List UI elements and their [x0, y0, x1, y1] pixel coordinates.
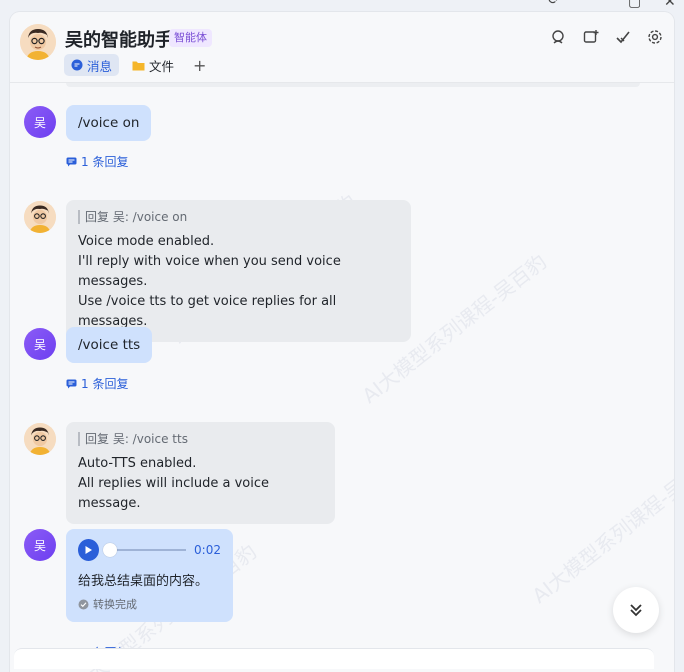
chat-header: 吴的智能助手 智能体 消息 文件 + — [10, 12, 674, 83]
double-chevron-down-icon — [630, 604, 642, 617]
transcribe-status-label: 转换完成 — [93, 598, 137, 611]
folder-icon — [132, 61, 145, 70]
voice-transcript: 给我总结桌面的内容。 — [78, 574, 209, 589]
composer-edge[interactable] — [14, 648, 654, 669]
thread-reply-link[interactable]: 1 条回复 — [66, 375, 128, 392]
message-line: Voice mode enabled. — [78, 234, 215, 249]
maximize-icon[interactable]: ▢ — [628, 0, 641, 10]
agent-tag: 智能体 — [169, 29, 212, 47]
add-tab-icon[interactable] — [582, 28, 600, 46]
voice-duration: 0:02 — [194, 543, 221, 557]
chat-bubble-icon — [71, 59, 83, 71]
add-tab-button[interactable]: + — [187, 56, 212, 75]
assistant-message[interactable]: 回复 吴: /voice on Voice mode enabled. I'll… — [66, 200, 411, 342]
search-user-icon[interactable] — [550, 28, 568, 46]
user-message[interactable]: /voice tts — [66, 327, 153, 363]
voice-progress-knob[interactable] — [102, 543, 117, 557]
message-line: Auto-TTS enabled. — [78, 456, 197, 471]
user-avatar[interactable]: 吴 — [24, 529, 56, 561]
assistant-message[interactable]: 回复 吴: /voice tts Auto-TTS enabled. All r… — [66, 422, 335, 524]
chat-window: 吴的智能助手 智能体 消息 文件 + AI大模型系列课程-吴百豹 AI大模型系列… — [10, 12, 674, 672]
play-icon — [85, 546, 93, 554]
user-message[interactable]: /voice on — [66, 105, 152, 141]
user-avatar[interactable]: 吴 — [24, 106, 56, 138]
message-list[interactable]: AI大模型系列课程-吴百豹 AI大模型系列课程-吴百豹 AI大模型系列课程-吴百… — [10, 83, 674, 672]
voice-progress-track[interactable] — [102, 543, 187, 557]
user-avatar[interactable]: 吴 — [24, 328, 56, 360]
reply-quote: 回复 吴: /voice on — [78, 210, 399, 224]
message-line: All replies will include a voice message… — [78, 476, 270, 511]
assistant-avatar[interactable] — [20, 24, 56, 60]
tab-files-label: 文件 — [149, 58, 175, 74]
check-icon[interactable] — [614, 28, 632, 46]
thread-reply-link[interactable]: 1 条回复 — [66, 153, 128, 170]
assistant-avatar[interactable] — [24, 201, 56, 233]
header-actions — [550, 28, 664, 46]
check-circle-icon — [78, 599, 89, 609]
reply-quote: 回复 吴: /voice tts — [78, 432, 323, 446]
previous-message-edge — [66, 83, 640, 87]
watermark: AI大模型系列课程-吴百豹 — [527, 449, 674, 608]
tab-messages-label: 消息 — [87, 58, 113, 74]
message-line: Use /voice tts to get voice replies for … — [78, 294, 337, 329]
voice-player: 0:02 — [78, 539, 221, 561]
play-button[interactable] — [78, 539, 99, 561]
tab-messages[interactable]: 消息 — [64, 54, 120, 76]
assistant-avatar[interactable] — [24, 423, 56, 455]
thread-reply-count: 1 条回复 — [81, 377, 129, 391]
refresh-icon[interactable]: ⟳ — [548, 0, 560, 8]
transcribe-status: 转换完成 — [78, 596, 221, 612]
chat-title: 吴的智能助手 — [65, 30, 173, 51]
voice-message[interactable]: 0:02 给我总结桌面的内容。 转换完成 — [66, 529, 233, 622]
thread-icon — [66, 157, 77, 166]
close-icon[interactable]: ✕ — [664, 0, 676, 10]
tab-files[interactable]: 文件 — [125, 54, 181, 76]
chat-tabs: 消息 文件 + — [64, 54, 212, 76]
thread-reply-count: 1 条回复 — [81, 155, 129, 169]
thread-icon — [66, 379, 77, 388]
settings-gear-icon[interactable] — [646, 28, 664, 46]
scroll-to-bottom-button[interactable] — [613, 587, 659, 633]
message-line: I'll reply with voice when you send voic… — [78, 254, 341, 289]
